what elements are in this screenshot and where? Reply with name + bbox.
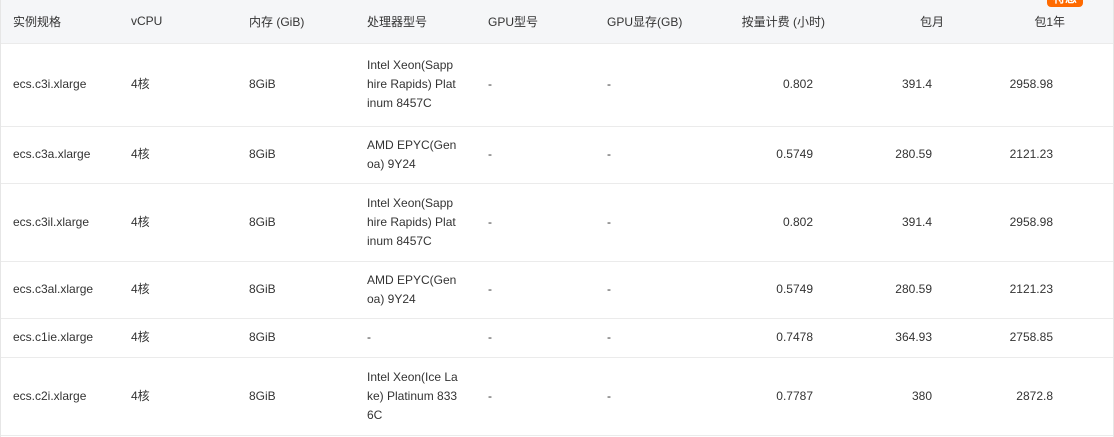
cell-instance-type: ecs.c3il.xlarge — [1, 183, 119, 262]
cell-gpu-memory: - — [595, 183, 714, 262]
header-gpu-memory: GPU显存(GB) — [595, 0, 714, 44]
cell-gpu-memory: - — [595, 126, 714, 184]
header-monthly-price: 包月 — [873, 0, 992, 44]
header-instance-type: 实例规格 — [1, 0, 119, 44]
cell-gpu-model: - — [476, 357, 595, 436]
cell-memory: 8GiB — [237, 43, 355, 127]
header-cpu-model: 处理器型号 — [355, 0, 476, 44]
cell-hourly-price: 0.7787 — [714, 357, 873, 436]
header-gpu-model: GPU型号 — [476, 0, 595, 44]
cell-cpu-model: Intel Xeon(Ice Lake) Platinum 8336C — [355, 357, 476, 436]
cell-instance-type: ecs.c1ie.xlarge — [1, 318, 119, 358]
cell-cpu-model: - — [355, 318, 476, 358]
cell-vcpu: 4核 — [119, 183, 237, 262]
cell-gpu-model: - — [476, 318, 595, 358]
table-row: ecs.c3i.xlarge 4核 8GiB Intel Xeon(Sapphi… — [1, 43, 1113, 127]
header-vcpu: vCPU — [119, 0, 237, 44]
cell-hourly-price: 0.802 — [714, 43, 873, 127]
table-row: ecs.c3il.xlarge 4核 8GiB Intel Xeon(Sapph… — [1, 183, 1113, 262]
cell-gpu-model: - — [476, 261, 595, 319]
table-header-row: 实例规格 vCPU 内存 (GiB) 处理器型号 GPU型号 GPU显存(GB)… — [1, 0, 1113, 44]
cell-vcpu: 4核 — [119, 357, 237, 436]
cell-cpu-model: Intel Xeon(Sapphire Rapids) Platinum 845… — [355, 43, 476, 127]
cell-gpu-memory: - — [595, 43, 714, 127]
cell-monthly-price: 380 — [873, 357, 992, 436]
cell-monthly-price: 280.59 — [873, 261, 992, 319]
cell-instance-type: ecs.c3a.xlarge — [1, 126, 119, 184]
cell-memory: 8GiB — [237, 126, 355, 184]
promo-badge: 特惠 — [1046, 0, 1083, 7]
pricing-table-container: 实例规格 vCPU 内存 (GiB) 处理器型号 GPU型号 GPU显存(GB)… — [0, 0, 1114, 437]
header-yearly-price: 包1年 特惠 — [992, 0, 1113, 44]
cell-monthly-price: 280.59 — [873, 126, 992, 184]
header-memory: 内存 (GiB) — [237, 0, 355, 44]
cell-instance-type: ecs.c2i.xlarge — [1, 357, 119, 436]
table-row: ecs.c3a.xlarge 4核 8GiB AMD EPYC(Genoa) 9… — [1, 126, 1113, 184]
cell-gpu-model: - — [476, 126, 595, 184]
cell-cpu-model: AMD EPYC(Genoa) 9Y24 — [355, 261, 476, 319]
cell-memory: 8GiB — [237, 261, 355, 319]
cell-gpu-memory: - — [595, 261, 714, 319]
cell-cpu-model: AMD EPYC(Genoa) 9Y24 — [355, 126, 476, 184]
cell-gpu-model: - — [476, 43, 595, 127]
cell-hourly-price: 0.7478 — [714, 318, 873, 358]
table-row: ecs.c3al.xlarge 4核 8GiB AMD EPYC(Genoa) … — [1, 261, 1113, 319]
cell-vcpu: 4核 — [119, 126, 237, 184]
cell-cpu-model: Intel Xeon(Sapphire Rapids) Platinum 845… — [355, 183, 476, 262]
header-hourly-price: 按量计费 (小时) — [714, 0, 873, 44]
cell-instance-type: ecs.c3i.xlarge — [1, 43, 119, 127]
cell-yearly-price: 2758.85 — [992, 318, 1113, 358]
cell-yearly-price: 2958.98 — [992, 183, 1113, 262]
cell-yearly-price: 2958.98 — [992, 43, 1113, 127]
cell-hourly-price: 0.802 — [714, 183, 873, 262]
cell-vcpu: 4核 — [119, 318, 237, 358]
header-yearly-label: 包1年 — [1034, 14, 1065, 29]
cell-vcpu: 4核 — [119, 43, 237, 127]
table-row: ecs.c1ie.xlarge 4核 8GiB - - - 0.7478 364… — [1, 318, 1113, 358]
cell-yearly-price: 2872.8 — [992, 357, 1113, 436]
cell-hourly-price: 0.5749 — [714, 126, 873, 184]
table-row: ecs.c2i.xlarge 4核 8GiB Intel Xeon(Ice La… — [1, 357, 1113, 436]
cell-memory: 8GiB — [237, 183, 355, 262]
cell-gpu-memory: - — [595, 357, 714, 436]
cell-vcpu: 4核 — [119, 261, 237, 319]
cell-gpu-memory: - — [595, 318, 714, 358]
cell-yearly-price: 2121.23 — [992, 126, 1113, 184]
cell-gpu-model: - — [476, 183, 595, 262]
instance-pricing-table: 实例规格 vCPU 内存 (GiB) 处理器型号 GPU型号 GPU显存(GB)… — [1, 0, 1113, 436]
cell-memory: 8GiB — [237, 357, 355, 436]
cell-yearly-price: 2121.23 — [992, 261, 1113, 319]
cell-memory: 8GiB — [237, 318, 355, 358]
cell-monthly-price: 364.93 — [873, 318, 992, 358]
cell-hourly-price: 0.5749 — [714, 261, 873, 319]
cell-monthly-price: 391.4 — [873, 183, 992, 262]
cell-monthly-price: 391.4 — [873, 43, 992, 127]
cell-instance-type: ecs.c3al.xlarge — [1, 261, 119, 319]
